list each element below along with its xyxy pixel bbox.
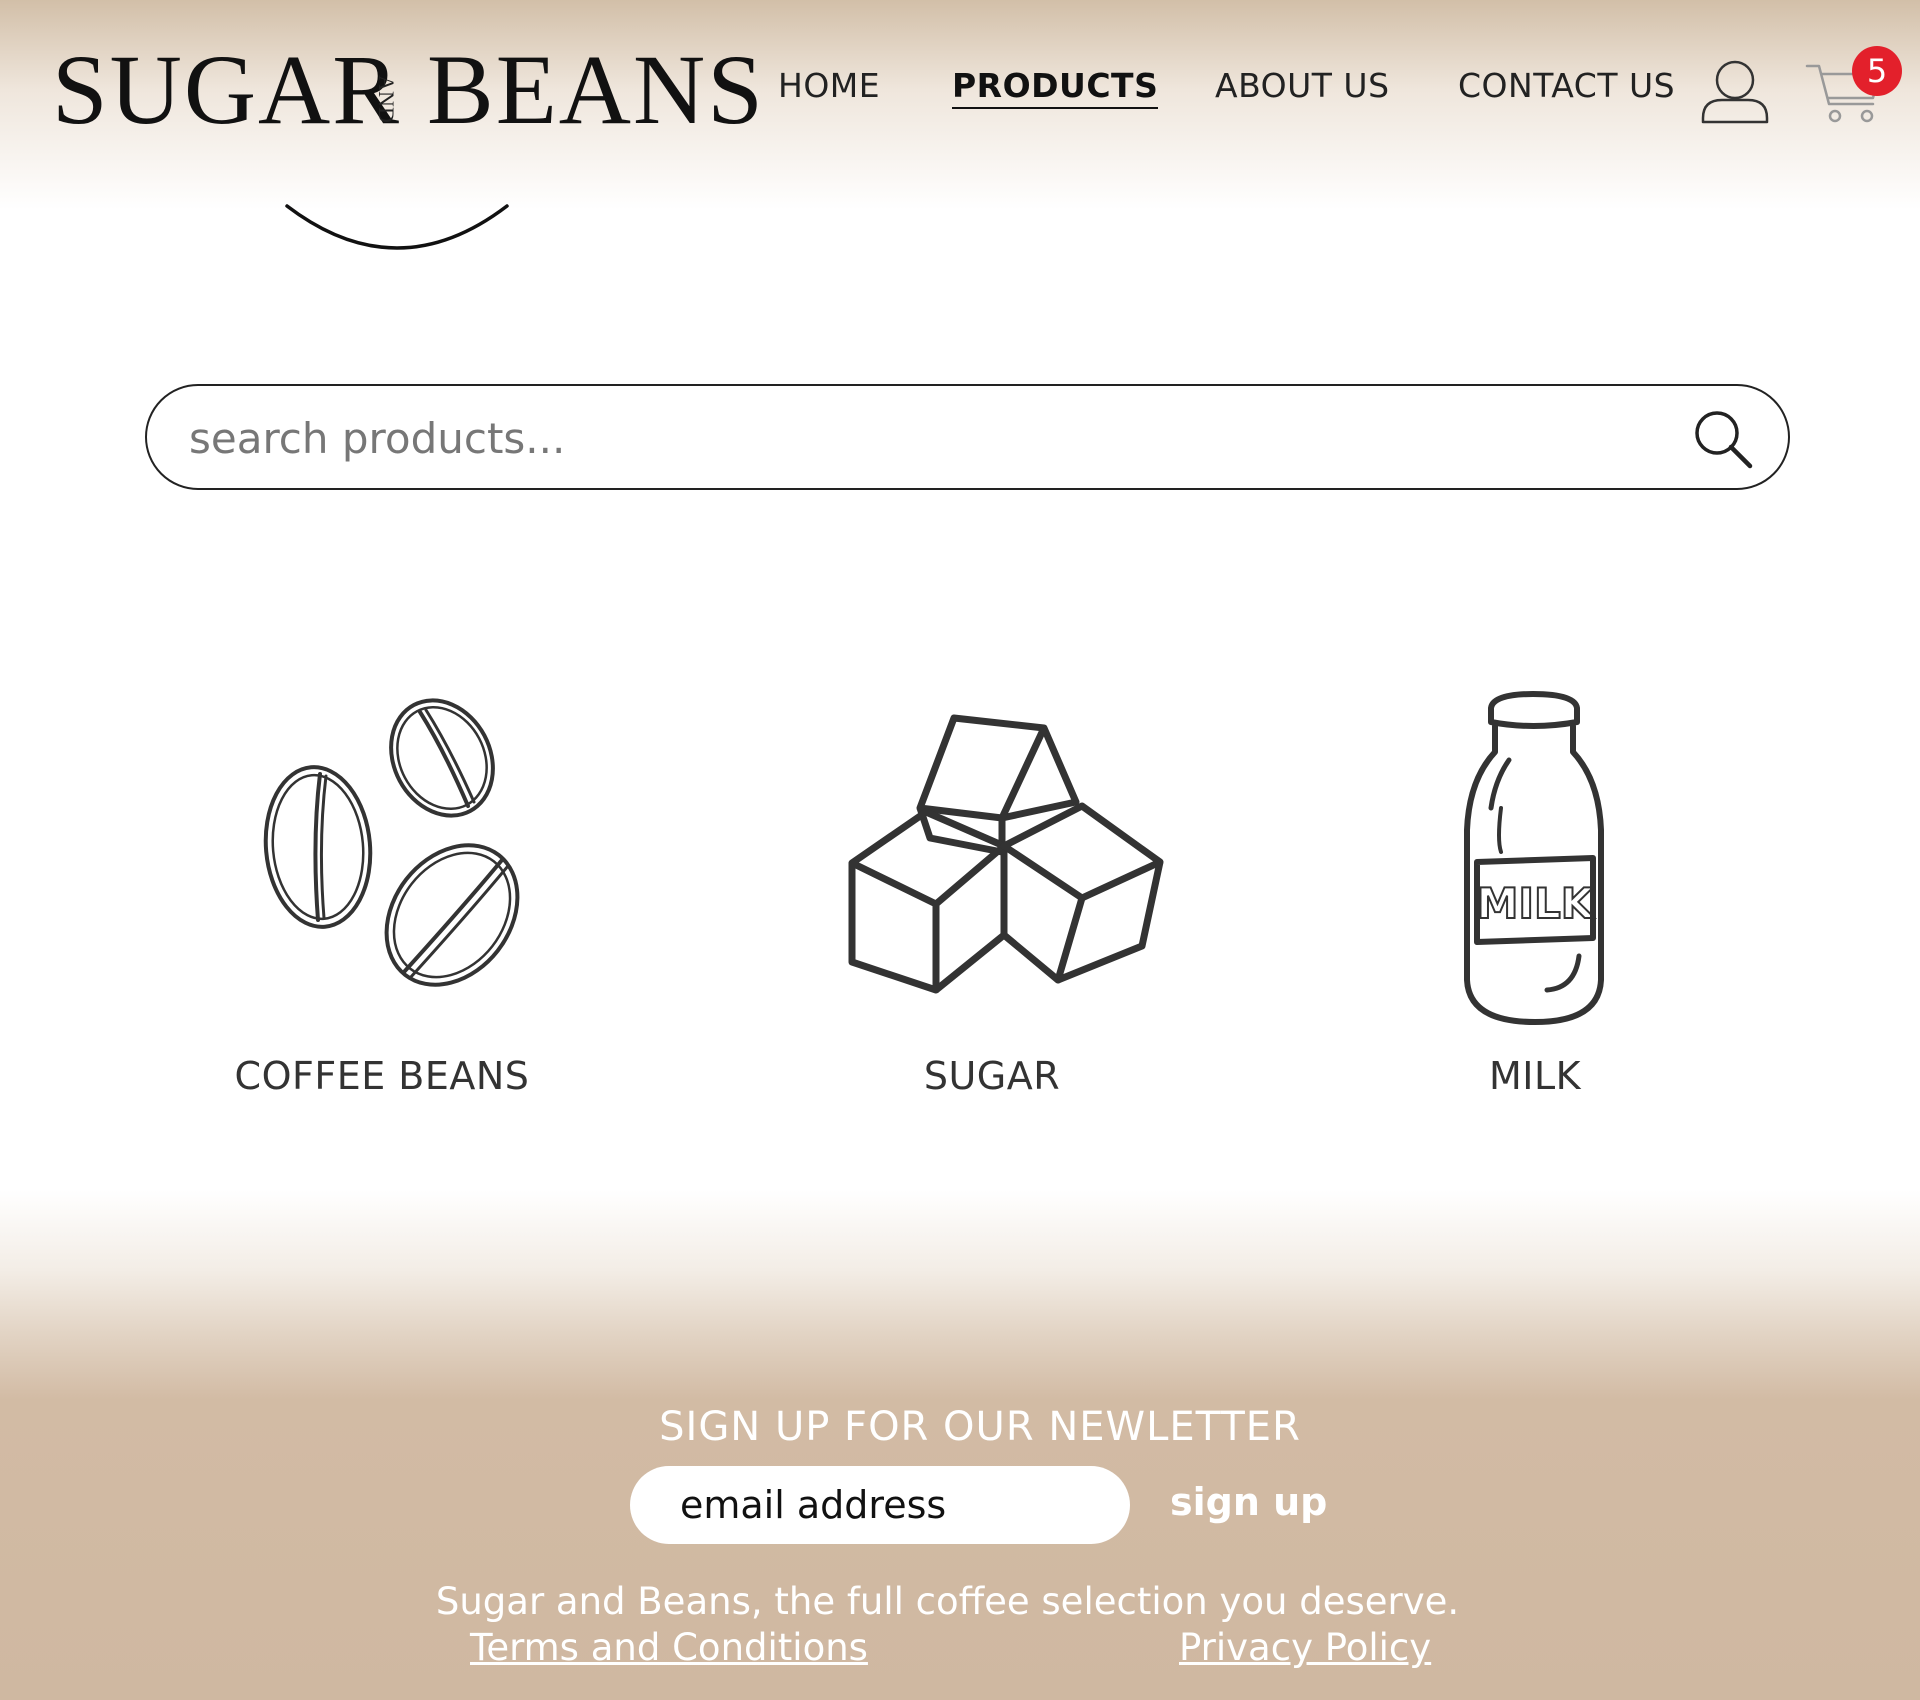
category-coffee-beans[interactable]: COFFEE BEANS — [172, 690, 592, 1098]
milk-bottle-text: MILK — [1477, 879, 1595, 928]
signup-button[interactable]: sign up — [1170, 1480, 1327, 1524]
search-icon[interactable] — [1692, 408, 1754, 470]
category-sugar[interactable]: SUGAR — [782, 690, 1202, 1098]
page: SUGAR AND BEANS HOME PRODUCTS ABOUT US C… — [0, 0, 1920, 1700]
category-label: MILK — [1488, 1054, 1582, 1098]
user-icon[interactable] — [1700, 58, 1770, 126]
search-input[interactable] — [187, 406, 1671, 470]
newsletter-title: SIGN UP FOR OUR NEWLETTER — [659, 1404, 1301, 1450]
category-label: SUGAR — [923, 1054, 1061, 1098]
email-field[interactable] — [630, 1466, 1130, 1544]
nav-about-link[interactable]: ABOUT US — [1215, 66, 1390, 105]
logo-smile-icon — [285, 204, 509, 250]
privacy-link[interactable]: Privacy Policy — [1179, 1626, 1431, 1669]
nav-contact-link[interactable]: CONTACT US — [1458, 66, 1675, 105]
category-label: COFFEE BEANS — [234, 1054, 530, 1098]
main-nav: HOME PRODUCTS ABOUT US CONTACT US — [0, 66, 1920, 116]
sugar-cubes-icon — [848, 714, 1164, 994]
coffee-beans-icon — [263, 698, 520, 987]
cart-count-badge: 5 — [1852, 46, 1902, 96]
category-milk[interactable]: MILK MILK — [1325, 690, 1745, 1098]
nav-home-link[interactable]: HOME — [778, 66, 880, 105]
nav-products-link[interactable]: PRODUCTS — [952, 66, 1159, 109]
footer-tagline: Sugar and Beans, the full coffee selecti… — [435, 1580, 1460, 1623]
milk-bottle-icon: MILK — [1464, 691, 1604, 1025]
terms-link[interactable]: Terms and Conditions — [470, 1626, 868, 1669]
search-bar — [145, 384, 1790, 490]
